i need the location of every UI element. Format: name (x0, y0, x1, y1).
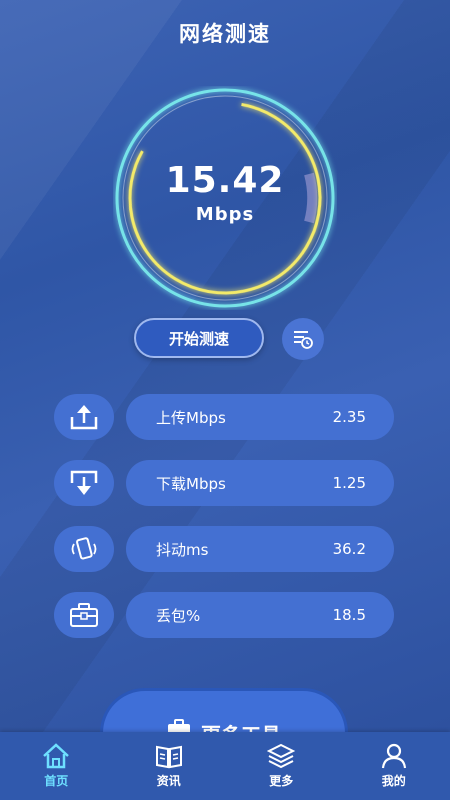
speed-unit: Mbps (195, 204, 255, 225)
speed-value: 15.42 (165, 160, 285, 201)
metric-value: 1.25 (332, 474, 366, 492)
start-test-button[interactable]: 开始测速 (134, 318, 264, 358)
download-icon (70, 470, 98, 495)
tab-profile[interactable]: 我的 (354, 743, 434, 789)
history-button[interactable] (282, 318, 324, 360)
metric-value: 2.35 (332, 408, 366, 426)
download-icon-button (54, 460, 114, 506)
upload-icon (70, 405, 98, 430)
metric-packet-loss: 丢包% 18.5 (126, 592, 394, 638)
tab-label: 我的 (381, 774, 406, 788)
metric-upload: 上传Mbps 2.35 (126, 394, 394, 440)
user-icon (381, 743, 406, 769)
upload-icon-button (54, 394, 114, 440)
page-title: 网络测速 (179, 22, 271, 46)
metric-value: 36.2 (332, 540, 366, 558)
metric-value: 18.5 (332, 606, 366, 624)
metric-label: 上传Mbps (156, 408, 226, 427)
tab-news[interactable]: 资讯 (129, 743, 209, 789)
metric-jitter: 抖动ms 36.2 (126, 526, 394, 572)
tab-label: 更多 (269, 774, 294, 788)
bottom-tab-bar: 首页 资讯 更多 我的 (0, 732, 450, 800)
book-icon (155, 745, 182, 769)
tab-more[interactable]: 更多 (241, 743, 321, 789)
tab-label: 资讯 (156, 774, 181, 788)
toolbox-icon (70, 603, 98, 627)
vibrate-phone-icon (71, 537, 97, 560)
metric-label: 丢包% (156, 606, 201, 625)
jitter-icon-button (54, 526, 114, 572)
metric-download: 下载Mbps 1.25 (126, 460, 394, 506)
home-icon (43, 743, 70, 769)
layers-icon (267, 743, 296, 769)
metric-label: 下载Mbps (156, 474, 226, 493)
history-list-icon (294, 331, 313, 349)
metric-label: 抖动ms (156, 540, 209, 559)
tab-label: 首页 (44, 774, 69, 788)
tab-home[interactable]: 首页 (16, 743, 96, 789)
loss-icon-button (54, 592, 114, 638)
